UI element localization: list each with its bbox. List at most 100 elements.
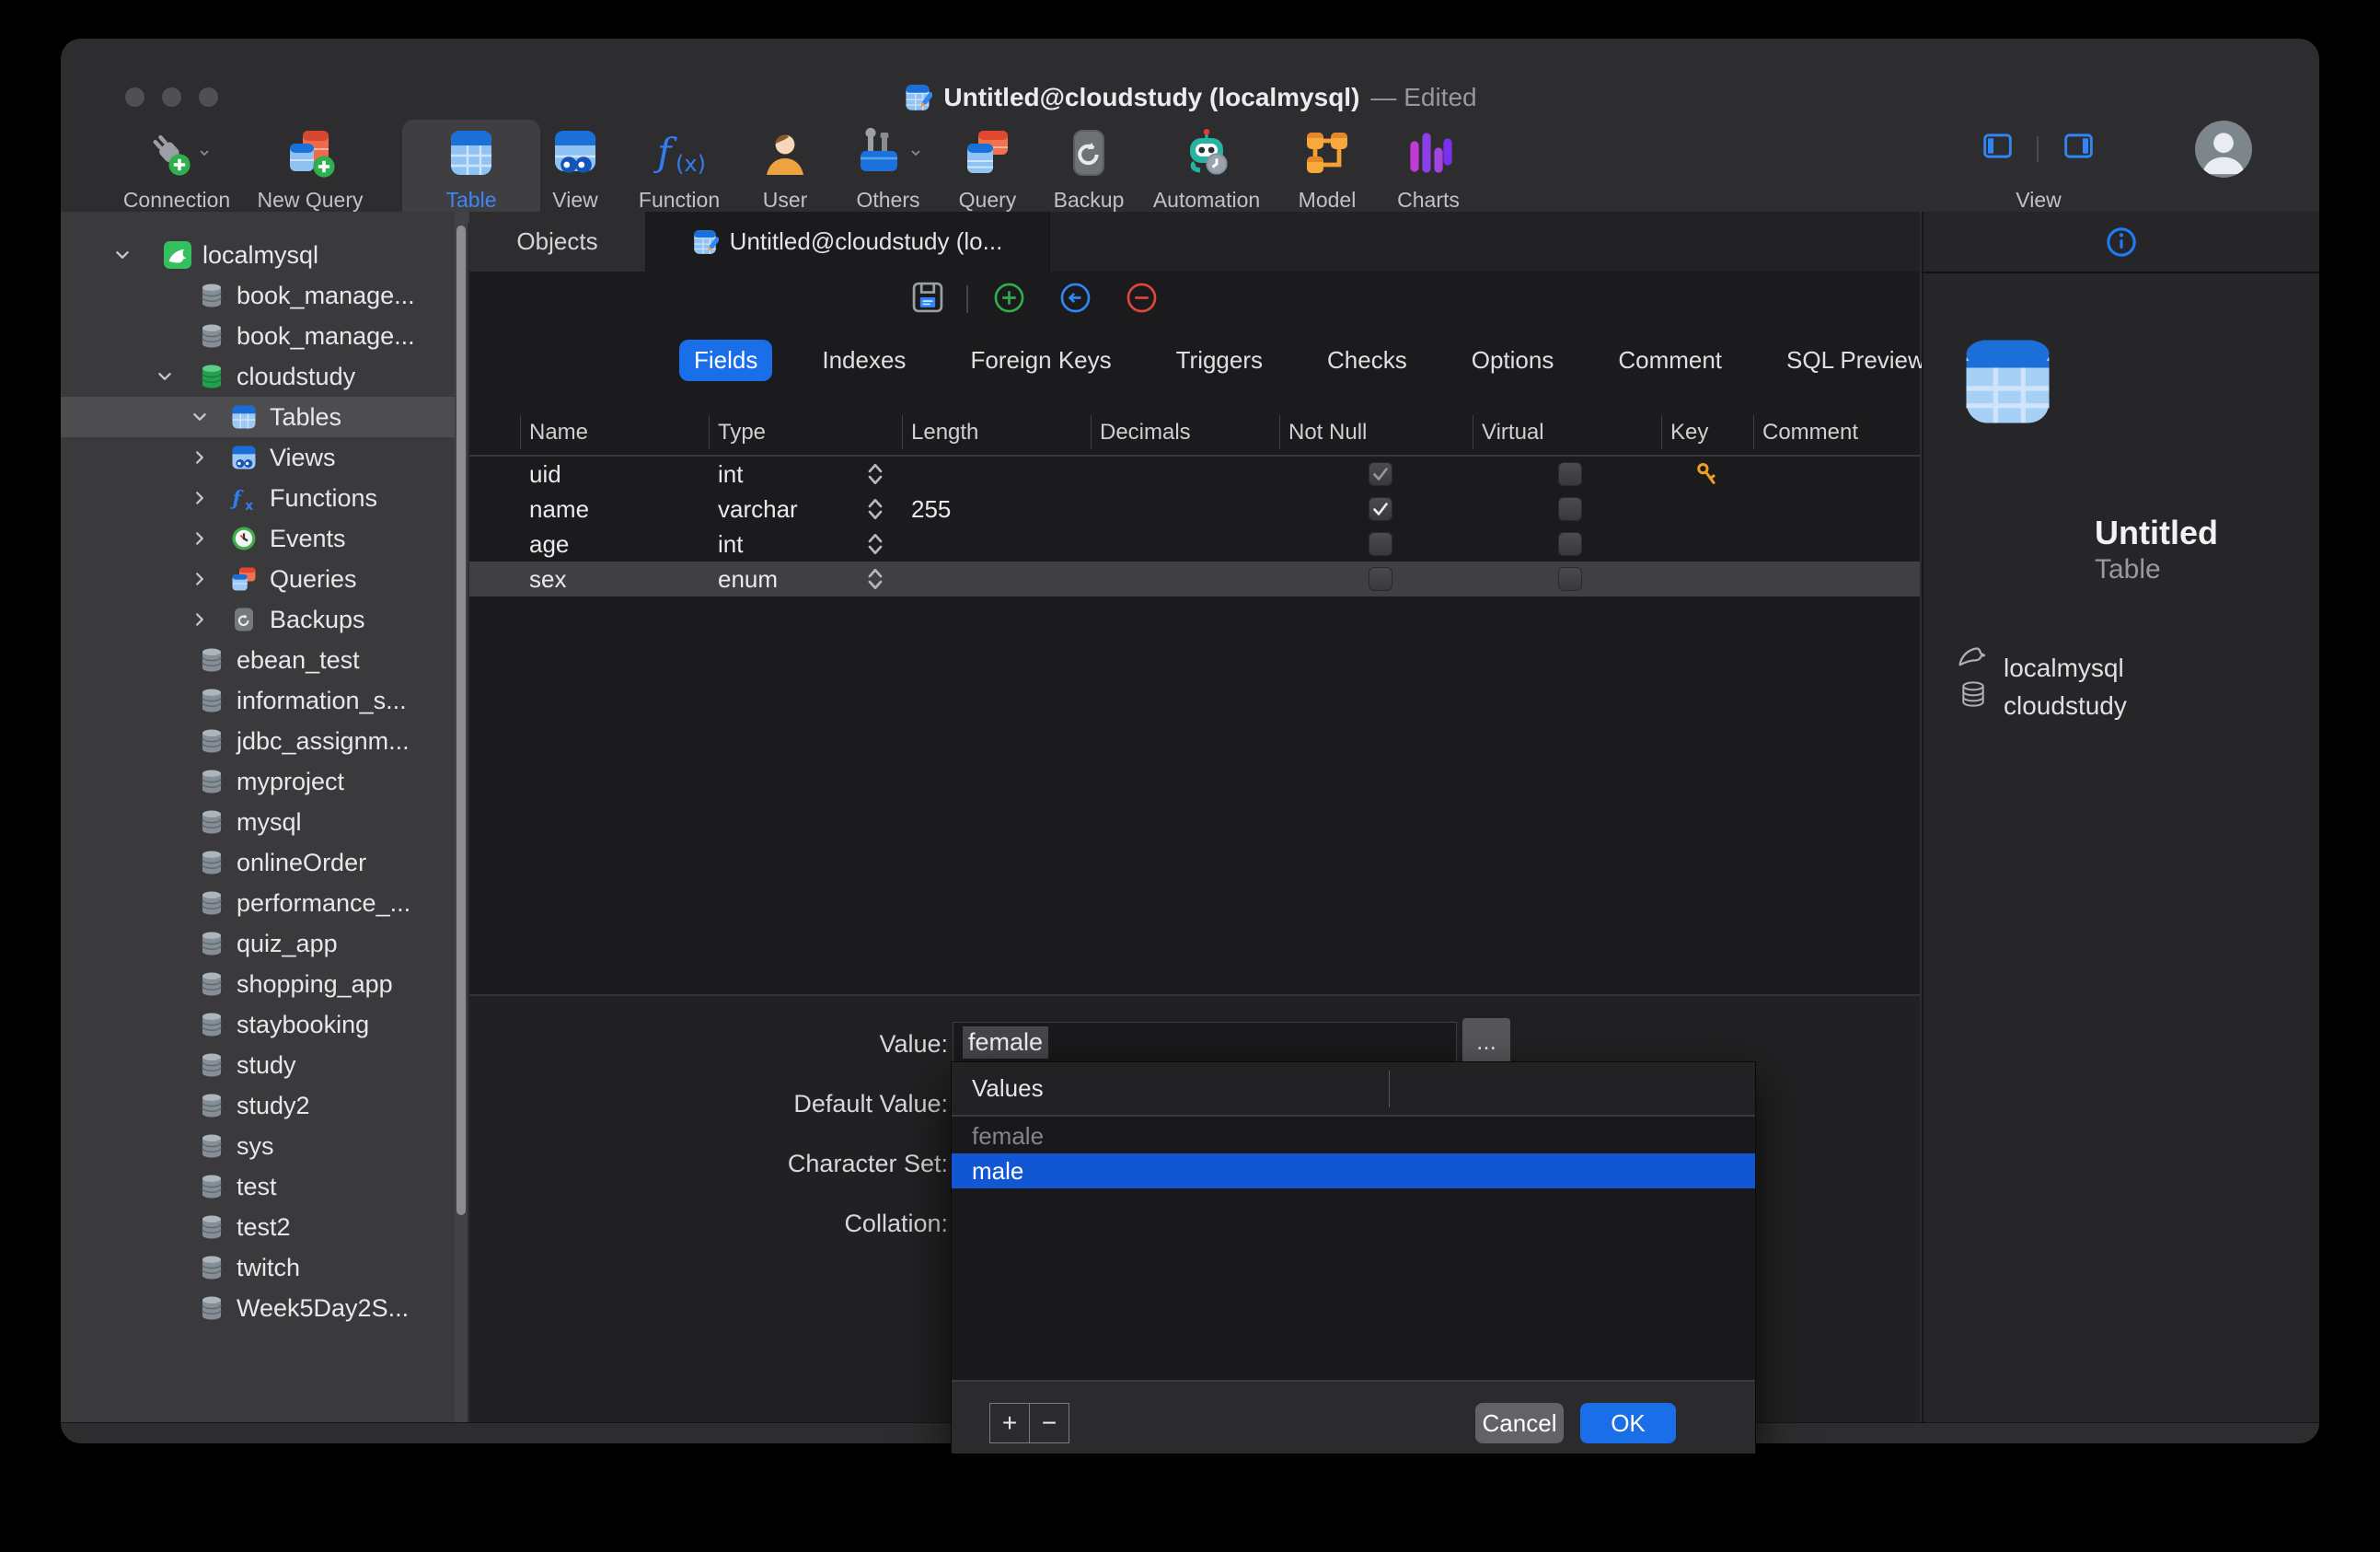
sidebar-scrollbar-thumb[interactable] xyxy=(456,226,466,1215)
column-divider[interactable] xyxy=(520,415,521,449)
virtual-checkbox[interactable] xyxy=(1558,462,1582,486)
column-divider[interactable] xyxy=(709,415,710,449)
sidebar-item-mysql[interactable]: mysql xyxy=(61,802,468,842)
column-header-comment[interactable]: Comment xyxy=(1762,410,1858,455)
value-input[interactable]: female xyxy=(953,1022,1457,1062)
sidebar-item-functions[interactable]: ƒ x Functions xyxy=(61,478,468,518)
toggle-right-pane-button[interactable] xyxy=(2064,133,2093,158)
column-header-not-null[interactable]: Not Null xyxy=(1288,410,1367,455)
column-header-type[interactable]: Type xyxy=(718,410,766,455)
queries-icon xyxy=(230,565,258,593)
chevron-right-icon[interactable] xyxy=(191,490,208,506)
toolbar-item-automation[interactable]: Automation xyxy=(1138,120,1276,223)
sidebar-item-test[interactable]: test xyxy=(61,1166,468,1207)
sidebar-item-backups[interactable]: Backups xyxy=(61,599,468,640)
add-value-button[interactable]: + xyxy=(989,1403,1030,1443)
sidebar-item-myproject[interactable]: myproject xyxy=(61,761,468,802)
tab-objects[interactable]: Objects xyxy=(469,212,647,272)
designer-tab-foreign-keys[interactable]: Foreign Keys xyxy=(955,340,1126,381)
chevron-right-icon[interactable] xyxy=(191,571,208,587)
designer-tab-sql-preview[interactable]: SQL Preview xyxy=(1772,340,1940,381)
save-button[interactable] xyxy=(910,280,945,315)
insert-field-button[interactable] xyxy=(1058,281,1092,315)
add-field-button[interactable] xyxy=(992,281,1026,315)
chevron-right-icon[interactable] xyxy=(191,449,208,466)
sidebar-item-sys[interactable]: sys xyxy=(61,1126,468,1166)
toggle-left-pane-button[interactable] xyxy=(1983,133,2012,158)
sidebar-item-views[interactable]: Views xyxy=(61,437,468,478)
virtual-checkbox[interactable] xyxy=(1558,567,1582,591)
sidebar-item-information-s[interactable]: information_s... xyxy=(61,680,468,721)
not-null-checkbox[interactable] xyxy=(1369,462,1392,486)
virtual-checkbox[interactable] xyxy=(1558,532,1582,556)
type-stepper[interactable] xyxy=(865,530,885,558)
designer-tab-triggers[interactable]: Triggers xyxy=(1161,340,1277,381)
column-divider[interactable] xyxy=(1091,415,1092,449)
sidebar-item-cloudstudy[interactable]: cloudstudy xyxy=(61,356,468,397)
column-header-key[interactable]: Key xyxy=(1670,410,1708,455)
column-divider[interactable] xyxy=(1389,1071,1390,1107)
column-divider[interactable] xyxy=(1279,415,1280,449)
type-stepper[interactable] xyxy=(865,460,885,488)
column-divider[interactable] xyxy=(902,415,903,449)
info-icon[interactable] xyxy=(2106,226,2137,258)
type-stepper[interactable] xyxy=(865,565,885,593)
sidebar-item-twitch[interactable]: twitch xyxy=(61,1247,468,1288)
field-row-age[interactable]: age int xyxy=(469,527,1920,562)
toolbar-item-new-query[interactable]: New Query xyxy=(241,120,379,223)
sidebar-item-staybooking[interactable]: staybooking xyxy=(61,1004,468,1045)
sidebar-item-jdbc-assignm[interactable]: jdbc_assignm... xyxy=(61,721,468,761)
delete-field-button[interactable] xyxy=(1125,281,1159,315)
virtual-checkbox[interactable] xyxy=(1558,497,1582,521)
sidebar-item-book-manage[interactable]: book_manage... xyxy=(61,275,468,316)
value-label: Value: xyxy=(879,1030,948,1058)
value-option-male[interactable]: male xyxy=(952,1153,1755,1188)
type-stepper[interactable] xyxy=(865,495,885,523)
sidebar-item-test2[interactable]: test2 xyxy=(61,1207,468,1247)
sidebar-item-queries[interactable]: Queries xyxy=(61,559,468,599)
ok-button[interactable]: OK xyxy=(1580,1403,1676,1443)
chevron-down-icon[interactable] xyxy=(191,409,208,425)
sidebar-item-study[interactable]: study xyxy=(61,1045,468,1085)
column-header-name[interactable]: Name xyxy=(529,410,588,455)
sidebar-item-week5day2s[interactable]: Week5Day2S... xyxy=(61,1288,468,1328)
designer-tab-checks[interactable]: Checks xyxy=(1312,340,1422,381)
value-option-female[interactable]: female xyxy=(952,1118,1755,1153)
toolbar-item-charts[interactable]: Charts xyxy=(1359,120,1497,223)
sidebar-item-book-manage[interactable]: book_manage... xyxy=(61,316,468,356)
not-null-checkbox[interactable] xyxy=(1369,567,1392,591)
sidebar-item-performance[interactable]: performance_... xyxy=(61,883,468,923)
remove-value-button[interactable]: − xyxy=(1029,1403,1069,1443)
sidebar-item-localmysql[interactable]: localmysql xyxy=(61,235,468,275)
sidebar-item-study2[interactable]: study2 xyxy=(61,1085,468,1126)
sidebar-item-tables[interactable]: Tables xyxy=(61,397,468,437)
toolbar-item-connection[interactable]: Connection xyxy=(108,120,246,223)
column-divider[interactable] xyxy=(1661,415,1662,449)
designer-tab-options[interactable]: Options xyxy=(1457,340,1569,381)
field-row-uid[interactable]: uid int xyxy=(469,457,1920,492)
chevron-right-icon[interactable] xyxy=(191,530,208,547)
sidebar-item-shopping-app[interactable]: shopping_app xyxy=(61,964,468,1004)
designer-tab-fields[interactable]: Fields xyxy=(679,339,773,381)
field-row-sex[interactable]: sex enum xyxy=(469,562,1920,596)
column-header-virtual[interactable]: Virtual xyxy=(1482,410,1544,455)
sidebar-item-ebean-test[interactable]: ebean_test xyxy=(61,640,468,680)
designer-tab-indexes[interactable]: Indexes xyxy=(807,340,920,381)
column-header-length[interactable]: Length xyxy=(911,410,978,455)
chevron-right-icon[interactable] xyxy=(191,611,208,628)
sidebar-item-onlineorder[interactable]: onlineOrder xyxy=(61,842,468,883)
chevron-down-icon[interactable] xyxy=(156,368,173,385)
field-row-name[interactable]: name varchar 255 xyxy=(469,492,1920,527)
designer-tab-comment[interactable]: Comment xyxy=(1603,340,1737,381)
column-divider[interactable] xyxy=(1753,415,1754,449)
sidebar-item-events[interactable]: Events xyxy=(61,518,468,559)
tab-active-table-designer[interactable]: Untitled@cloudstudy (lo... xyxy=(645,212,1050,272)
value-browse-button[interactable]: ... xyxy=(1462,1018,1510,1064)
not-null-checkbox[interactable] xyxy=(1369,497,1392,521)
sidebar-item-quiz-app[interactable]: quiz_app xyxy=(61,923,468,964)
cancel-button[interactable]: Cancel xyxy=(1475,1403,1564,1443)
avatar[interactable] xyxy=(2195,121,2252,178)
not-null-checkbox[interactable] xyxy=(1369,532,1392,556)
chevron-down-icon[interactable] xyxy=(114,247,131,263)
column-header-decimals[interactable]: Decimals xyxy=(1100,410,1191,455)
